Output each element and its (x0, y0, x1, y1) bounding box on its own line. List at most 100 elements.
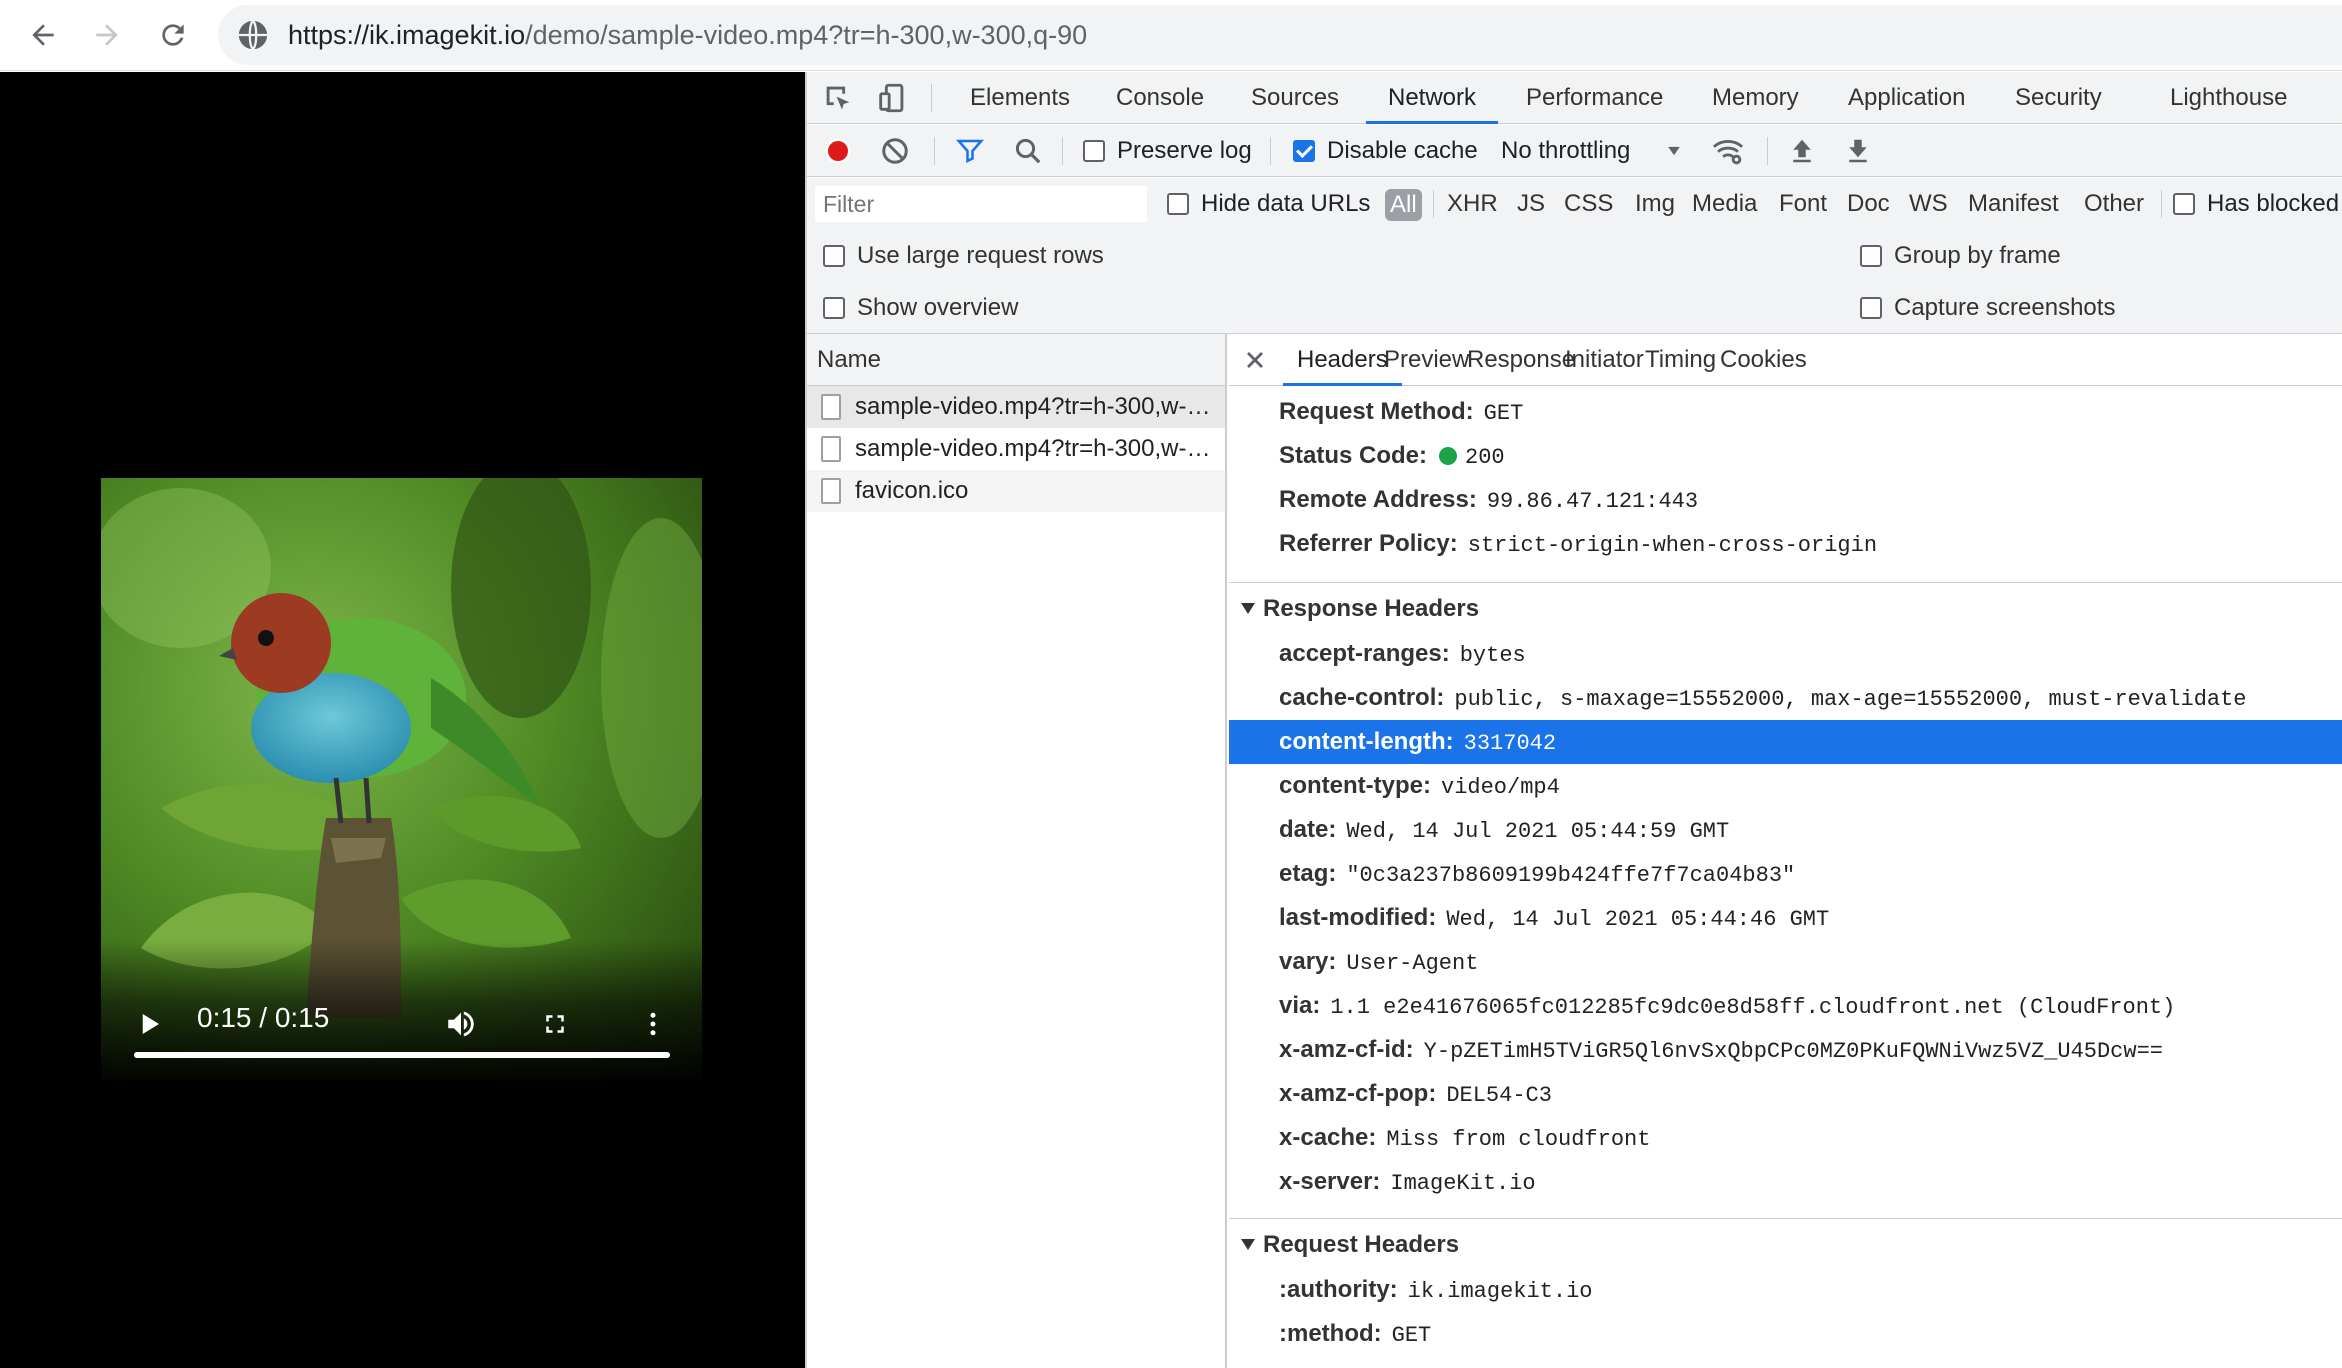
tab-performance[interactable]: Performance (1524, 72, 1665, 124)
header-row[interactable]: :authority: ik.imagekit.io (1229, 1268, 2342, 1312)
header-row[interactable]: :method: GET (1229, 1312, 2342, 1356)
request-row[interactable]: sample-video.mp4?tr=h-300,w-300,q-90 (807, 428, 1225, 470)
tab-headers[interactable]: Headers (1283, 334, 1402, 386)
network-conditions-button[interactable] (1711, 125, 1745, 177)
tab-lighthouse[interactable]: Lighthouse (2168, 72, 2289, 124)
more-options-button[interactable] (633, 1004, 673, 1044)
filter-toggle-button[interactable] (955, 125, 985, 177)
tab-timing[interactable]: Timing (1645, 334, 1716, 386)
mute-button[interactable] (439, 1002, 483, 1046)
capture-screenshots-checkbox[interactable]: Capture screenshots (1860, 282, 2115, 334)
name-column-header[interactable]: Name (807, 334, 1225, 386)
request-row[interactable]: sample-video.mp4?tr=h-300,w-300,q-90 (807, 386, 1225, 428)
record-button[interactable] (823, 125, 853, 177)
tab-sources[interactable]: Sources (1249, 72, 1341, 124)
header-key: date: (1279, 816, 1337, 843)
filter-type-js[interactable]: JS (1517, 178, 1545, 230)
play-button[interactable] (129, 1004, 169, 1044)
header-key: :authority: (1279, 1276, 1398, 1303)
device-toolbar-icon[interactable] (875, 81, 909, 115)
header-row[interactable]: x-amz-cf-pop: DEL54-C3 (1229, 1072, 2342, 1116)
filter-type-doc[interactable]: Doc (1847, 178, 1890, 230)
tab-elements[interactable]: Elements (968, 72, 1072, 124)
clear-button[interactable] (880, 125, 910, 177)
header-row[interactable]: x-server: ImageKit.io (1229, 1160, 2342, 1204)
tab-application[interactable]: Application (1846, 72, 1967, 124)
search-button[interactable] (1013, 125, 1043, 177)
throttling-select[interactable]: No throttling (1501, 125, 1684, 177)
header-row[interactable]: vary: User-Agent (1229, 940, 2342, 984)
video-progress-fill (134, 1052, 670, 1058)
header-row[interactable]: content-type: video/mp4 (1229, 764, 2342, 808)
tab-memory[interactable]: Memory (1710, 72, 1801, 124)
group-by-frame-checkbox[interactable]: Group by frame (1860, 230, 2061, 282)
devtools-tab-bar: Elements Console Sources Network Perform… (807, 72, 2342, 124)
filter-type-all[interactable]: All (1385, 189, 1422, 221)
header-row-selected[interactable]: content-length: 3317042 (1229, 720, 2342, 764)
request-headers-section[interactable]: Request Headers (1229, 1218, 2342, 1270)
filter-type-xhr[interactable]: XHR (1447, 178, 1498, 230)
video-player[interactable]: 0:15 / 0:15 (101, 478, 702, 1080)
filter-type-other[interactable]: Other (2084, 178, 2144, 230)
filter-type-css[interactable]: CSS (1564, 178, 1613, 230)
section-title: Response Headers (1263, 595, 1480, 622)
checkbox-box (1860, 297, 1882, 319)
checkbox-box (823, 245, 845, 267)
response-headers-section[interactable]: Response Headers (1229, 582, 2342, 634)
header-row[interactable]: last-modified: Wed, 14 Jul 2021 05:44:46 … (1229, 896, 2342, 940)
show-overview-checkbox[interactable]: Show overview (823, 282, 1018, 334)
capture-screenshots-label: Capture screenshots (1894, 294, 2116, 321)
tab-network[interactable]: Network (1365, 72, 1499, 124)
header-key: via: (1279, 992, 1321, 1019)
header-row[interactable]: Status Code: 200 (1229, 434, 2342, 478)
has-blocked-cookies-checkbox[interactable]: Has blocked (2173, 178, 2339, 230)
header-row[interactable]: x-cache: Miss from cloudfront (1229, 1116, 2342, 1160)
close-icon[interactable] (1241, 346, 1269, 374)
filter-input[interactable] (815, 186, 1147, 222)
header-row[interactable]: accept-ranges: bytes (1229, 632, 2342, 676)
video-progress-bar[interactable] (134, 1052, 670, 1058)
filter-type-ws[interactable]: WS (1909, 178, 1948, 230)
checkbox-box (1293, 140, 1315, 162)
header-row[interactable]: etag: "0c3a237b8609199b424ffe7f7ca04b83" (1229, 852, 2342, 896)
status-ok-icon (1439, 447, 1458, 465)
tab-response[interactable]: Response (1467, 334, 1575, 386)
filter-type-media[interactable]: Media (1692, 178, 1757, 230)
export-har-button[interactable] (1843, 125, 1873, 177)
tab-console[interactable]: Console (1114, 72, 1206, 124)
large-rows-checkbox[interactable]: Use large request rows (823, 230, 1104, 282)
back-button[interactable] (18, 10, 68, 60)
reload-button[interactable] (148, 10, 198, 60)
filter-type-font[interactable]: Font (1779, 178, 1827, 230)
import-har-button[interactable] (1787, 125, 1817, 177)
header-value: strict-origin-when-cross-origin (1467, 533, 1878, 558)
header-key: Request Method: (1279, 398, 1474, 425)
disable-cache-checkbox[interactable]: Disable cache (1293, 125, 1478, 177)
detail-tab-bar: Headers Preview Response Initiator Timin… (1229, 334, 2342, 386)
tab-initiator[interactable]: Initiator (1565, 334, 1644, 386)
tab-cookies[interactable]: Cookies (1720, 334, 1807, 386)
header-row[interactable]: via: 1.1 e2e41676065fc012285fc9dc0e8d58ff… (1229, 984, 2342, 1028)
request-row[interactable]: favicon.ico (807, 470, 1225, 512)
header-value: bytes (1459, 643, 1526, 668)
tab-preview[interactable]: Preview (1384, 334, 1469, 386)
header-row[interactable]: cache-control: public, s-maxage=15552000,… (1229, 676, 2342, 720)
header-row[interactable]: Request Method: GET (1229, 390, 2342, 434)
filter-type-img[interactable]: Img (1635, 178, 1675, 230)
header-row[interactable]: x-amz-cf-id: Y-pZETimH5TViGR5Ql6nvSxQbpCP… (1229, 1028, 2342, 1072)
hide-data-urls-checkbox[interactable]: Hide data URLs (1167, 178, 1370, 230)
header-value: 99.86.47.121:443 (1486, 489, 1699, 514)
header-value: Miss from cloudfront (1386, 1127, 1651, 1152)
filter-type-manifest[interactable]: Manifest (1968, 178, 2059, 230)
request-name: sample-video.mp4?tr=h-300,w-300,q-90 (855, 393, 1215, 420)
header-row[interactable]: Referrer Policy: strict-origin-when-cross… (1229, 522, 2342, 566)
fullscreen-button[interactable] (535, 1004, 575, 1044)
header-row[interactable]: Remote Address: 99.86.47.121:443 (1229, 478, 2342, 522)
header-row[interactable]: date: Wed, 14 Jul 2021 05:44:59 GMT (1229, 808, 2342, 852)
request-details: Headers Preview Response Initiator Timin… (1229, 334, 2342, 1368)
address-bar[interactable]: https://ik.imagekit.io/demo/sample-video… (218, 5, 2342, 65)
inspect-element-icon[interactable] (821, 81, 855, 115)
preserve-log-checkbox[interactable]: Preserve log (1083, 125, 1252, 177)
forward-button[interactable] (82, 10, 132, 60)
tab-security[interactable]: Security (2013, 72, 2104, 124)
